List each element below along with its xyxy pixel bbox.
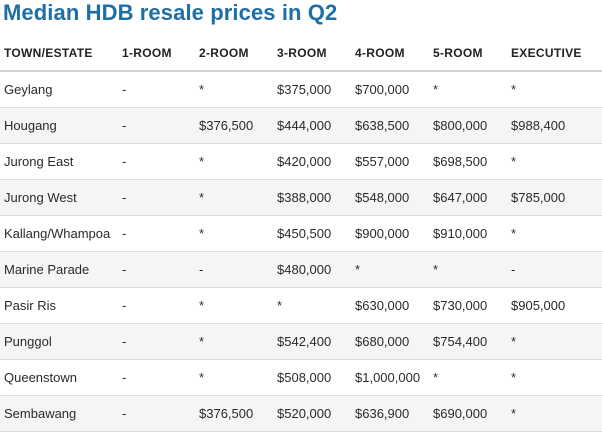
- cell-1-room: -: [118, 395, 195, 432]
- cell-executive: *: [507, 215, 602, 252]
- cell-4-room: $636,900: [351, 395, 429, 432]
- cell-2-room: *: [195, 359, 273, 396]
- cell-town: Jurong West: [0, 179, 118, 216]
- cell-3-room: $542,400: [273, 323, 351, 360]
- cell-4-room: $680,000: [351, 323, 429, 360]
- cell-3-room: $444,000: [273, 107, 351, 144]
- cell-5-room: $754,400: [429, 323, 507, 360]
- cell-5-room: *: [429, 71, 507, 108]
- cell-2-room: $376,500: [195, 107, 273, 144]
- cell-5-room: $730,000: [429, 287, 507, 324]
- cell-1-room: -: [118, 143, 195, 180]
- cell-4-room: $900,000: [351, 215, 429, 252]
- header-3-room: 3-ROOM: [273, 36, 351, 72]
- cell-1-room: -: [118, 71, 195, 108]
- cell-4-room: $1,000,000: [351, 359, 429, 396]
- cell-executive: *: [507, 143, 602, 180]
- header-5-room: 5-ROOM: [429, 36, 507, 72]
- cell-4-room: *: [351, 251, 429, 288]
- cell-1-room: -: [118, 287, 195, 324]
- cell-3-room: *: [273, 287, 351, 324]
- cell-1-room: -: [118, 251, 195, 288]
- cell-executive: *: [507, 395, 602, 432]
- cell-2-room: $376,500: [195, 395, 273, 432]
- cell-town: Marine Parade: [0, 251, 118, 288]
- cell-3-room: $480,000: [273, 251, 351, 288]
- cell-3-room: $520,000: [273, 395, 351, 432]
- table-row: Hougang - $376,500 $444,000 $638,500 $800,000…: [0, 107, 602, 144]
- chart-title: Median HDB resale prices in Q2: [3, 0, 338, 25]
- table-body: Geylang - * $375,000 $700,000 * * Hougang - $376,…: [0, 71, 602, 432]
- cell-3-room: $388,000: [273, 179, 351, 216]
- table-row: Punggol - * $542,400 $680,000 $754,400 *: [0, 323, 602, 360]
- prices-table: TOWN/ESTATE 1-ROOM 2-ROOM 3-ROOM 4-ROOM …: [0, 36, 602, 432]
- table-row: Queenstown - * $508,000 $1,000,000 * *: [0, 359, 602, 396]
- cell-town: Pasir Ris: [0, 287, 118, 324]
- cell-3-room: $375,000: [273, 71, 351, 108]
- cell-1-room: -: [118, 107, 195, 144]
- cell-executive: *: [507, 359, 602, 396]
- cell-town: Jurong East: [0, 143, 118, 180]
- table-row: Jurong East - * $420,000 $557,000 $698,500 *: [0, 143, 602, 180]
- header-1-room: 1-ROOM: [118, 36, 195, 72]
- cell-2-room: *: [195, 179, 273, 216]
- cell-executive: $785,000: [507, 179, 602, 216]
- header-executive: EXECUTIVE: [507, 36, 602, 72]
- header-2-room: 2-ROOM: [195, 36, 273, 72]
- cell-2-room: *: [195, 323, 273, 360]
- cell-executive: $988,400: [507, 107, 602, 144]
- cell-town: Punggol: [0, 323, 118, 360]
- cell-2-room: *: [195, 71, 273, 108]
- header-4-room: 4-ROOM: [351, 36, 429, 72]
- cell-5-room: *: [429, 359, 507, 396]
- table-row: Kallang/Whampoa - * $450,500 $900,000 $910,00…: [0, 215, 602, 252]
- cell-1-room: -: [118, 179, 195, 216]
- cell-town: Queenstown: [0, 359, 118, 396]
- cell-1-room: -: [118, 215, 195, 252]
- cell-town: Geylang: [0, 71, 118, 108]
- table-row: Geylang - * $375,000 $700,000 * *: [0, 71, 602, 108]
- header-row: TOWN/ESTATE 1-ROOM 2-ROOM 3-ROOM 4-ROOM …: [0, 36, 602, 72]
- cell-executive: *: [507, 323, 602, 360]
- cell-3-room: $450,500: [273, 215, 351, 252]
- cell-2-room: -: [195, 251, 273, 288]
- cell-4-room: $548,000: [351, 179, 429, 216]
- cell-5-room: *: [429, 251, 507, 288]
- cell-town: Sembawang: [0, 395, 118, 432]
- cell-5-room: $647,000: [429, 179, 507, 216]
- cell-executive: -: [507, 251, 602, 288]
- cell-1-room: -: [118, 323, 195, 360]
- table-row: Marine Parade - - $480,000 * * -: [0, 251, 602, 288]
- cell-3-room: $420,000: [273, 143, 351, 180]
- cell-5-room: $800,000: [429, 107, 507, 144]
- header-town: TOWN/ESTATE: [0, 36, 118, 72]
- cell-4-room: $700,000: [351, 71, 429, 108]
- cell-3-room: $508,000: [273, 359, 351, 396]
- cell-4-room: $638,500: [351, 107, 429, 144]
- cell-executive: *: [507, 71, 602, 108]
- cell-executive: $905,000: [507, 287, 602, 324]
- cell-town: Hougang: [0, 107, 118, 144]
- cell-2-room: *: [195, 287, 273, 324]
- cell-5-room: $910,000: [429, 215, 507, 252]
- cell-4-room: $557,000: [351, 143, 429, 180]
- cell-2-room: *: [195, 215, 273, 252]
- table-row: Pasir Ris - * * $630,000 $730,000 $905,000: [0, 287, 602, 324]
- cell-2-room: *: [195, 143, 273, 180]
- cell-5-room: $690,000: [429, 395, 507, 432]
- cell-4-room: $630,000: [351, 287, 429, 324]
- cell-5-room: $698,500: [429, 143, 507, 180]
- table-row: Jurong West - * $388,000 $548,000 $647,000 $78…: [0, 179, 602, 216]
- cell-town: Kallang/Whampoa: [0, 215, 118, 252]
- cell-1-room: -: [118, 359, 195, 396]
- table-row: Sembawang - $376,500 $520,000 $636,900 $690,0…: [0, 395, 602, 432]
